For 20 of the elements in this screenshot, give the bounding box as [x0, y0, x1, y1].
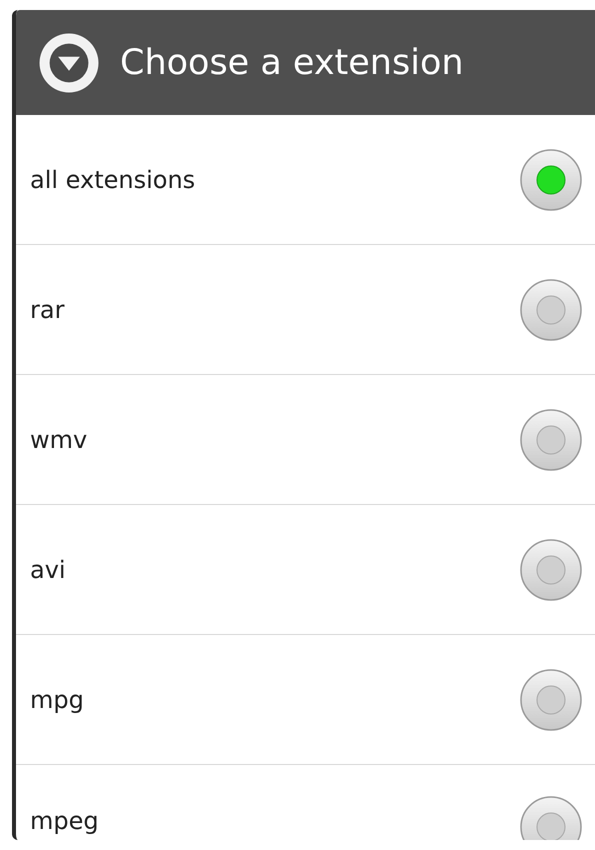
extension-option[interactable]: mpg [16, 635, 595, 765]
dialog-title: Choose a extension [120, 42, 464, 82]
extension-option[interactable]: avi [16, 505, 595, 635]
radio-button[interactable] [519, 795, 583, 840]
option-label: mpeg [30, 807, 99, 835]
extension-option[interactable]: rar [16, 245, 595, 375]
option-label: all extensions [30, 166, 196, 194]
extension-option[interactable]: wmv [16, 375, 595, 505]
radio-button[interactable] [519, 668, 583, 732]
radio-button[interactable] [519, 538, 583, 602]
radio-button[interactable] [519, 278, 583, 342]
option-label: avi [30, 556, 66, 584]
dropdown-icon [38, 32, 100, 94]
option-label: rar [30, 296, 64, 324]
option-label: mpg [30, 686, 84, 714]
radio-button[interactable] [519, 148, 583, 212]
extension-option[interactable]: all extensions [16, 115, 595, 245]
extension-option[interactable]: mpeg [16, 765, 595, 840]
radio-button[interactable] [519, 408, 583, 472]
option-label: wmv [30, 426, 88, 454]
